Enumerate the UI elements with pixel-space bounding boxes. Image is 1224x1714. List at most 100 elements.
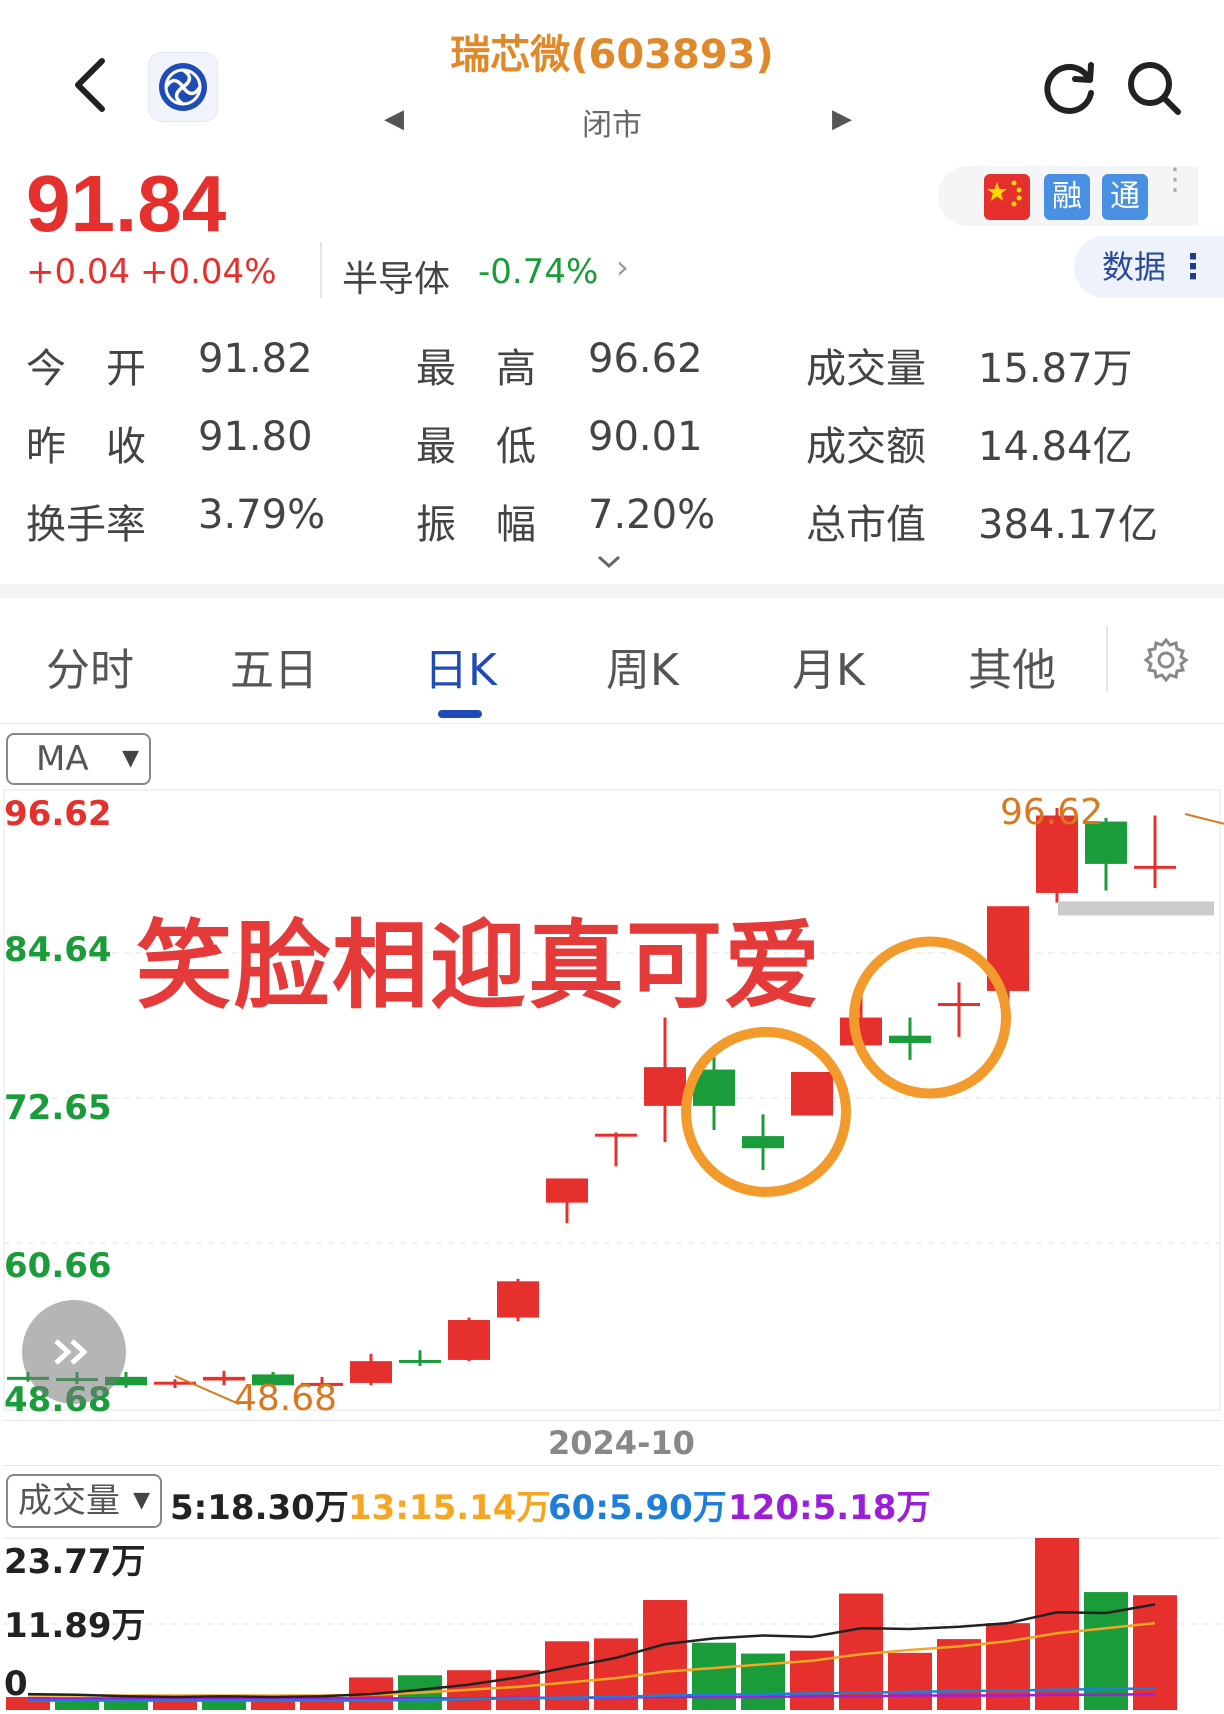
candle-body xyxy=(399,1359,441,1363)
tag-bar: 融 通 ⋮ xyxy=(938,165,1198,226)
candle-body xyxy=(889,1035,931,1043)
stat-label: 总市值 xyxy=(806,502,926,548)
indicator-select-value: MA xyxy=(36,739,89,779)
candle-body xyxy=(546,1178,588,1203)
tab-monthly-k[interactable]: 月K xyxy=(792,634,865,698)
candle-body xyxy=(497,1281,539,1318)
section-divider xyxy=(0,584,1224,598)
volume-ma60: 60:5.90万 xyxy=(548,1488,727,1528)
stat-value: 384.17亿 xyxy=(978,502,1158,548)
connect-tag[interactable]: 通 xyxy=(1102,174,1148,220)
candle-body xyxy=(644,1067,686,1106)
margin-tag[interactable]: 融 xyxy=(1044,174,1090,220)
stat-value: 96.62 xyxy=(588,336,703,382)
china-flag-icon xyxy=(984,174,1030,220)
sector-name: 半导体 xyxy=(342,259,451,300)
volume-bar xyxy=(545,1641,589,1710)
caret-down-icon: ▼ xyxy=(133,1488,150,1513)
volume-bar xyxy=(1035,1538,1079,1710)
volume-bar xyxy=(594,1638,638,1710)
chevron-right-icon: › xyxy=(616,248,629,286)
indicator-select[interactable]: MA ▼ xyxy=(6,733,151,785)
fast-forward-button[interactable] xyxy=(22,1300,126,1404)
current-price: 91.84 xyxy=(26,159,227,248)
price-change: +0.04 xyxy=(26,252,131,292)
volume-ma120: 120:5.18万 xyxy=(728,1488,931,1528)
period-tabs: 分时 五日 日K 周K 月K 其他 xyxy=(0,598,1224,724)
fast-forward-icon xyxy=(54,1339,88,1365)
candle-body xyxy=(938,1003,980,1007)
volume-ma13: 13:15.14万 xyxy=(348,1488,551,1528)
price-band xyxy=(1058,901,1214,916)
search-button[interactable] xyxy=(1122,56,1186,120)
tab-weekly-k[interactable]: 周K xyxy=(606,634,679,698)
stat-value: 90.01 xyxy=(588,414,703,460)
volume-bar xyxy=(937,1639,981,1710)
chart-settings-button[interactable] xyxy=(1136,630,1196,690)
stat-label: 成交额 xyxy=(806,424,926,470)
high-price-marker: 96.62 xyxy=(1000,792,1104,833)
stat-value: 14.84亿 xyxy=(978,424,1133,470)
volume-axis-label: 0 xyxy=(4,1664,28,1704)
low-price-marker: 48.68 xyxy=(234,1378,338,1419)
stat-label: 最 高 xyxy=(416,346,536,392)
x-axis-label: 2024-10 xyxy=(548,1424,695,1462)
tab-daily-k[interactable]: 日K xyxy=(424,634,497,698)
next-stock-button[interactable]: ▶ xyxy=(832,104,852,134)
y-axis-label: 60.66 xyxy=(4,1246,112,1286)
y-axis-label: 84.64 xyxy=(4,930,112,970)
stat-value: 7.20% xyxy=(588,492,716,538)
volume-ma5: 5:18.30万 xyxy=(170,1488,349,1528)
refresh-button[interactable] xyxy=(1038,56,1102,120)
candlestick-svg xyxy=(3,789,1224,1411)
stat-label: 今 开 xyxy=(26,346,146,392)
tab-five-day[interactable]: 五日 xyxy=(230,634,318,698)
volume-ma13-line xyxy=(28,1621,1156,1697)
candle-body xyxy=(1134,865,1176,869)
stat-value: 3.79% xyxy=(198,492,326,538)
volume-indicator-select[interactable]: 成交量 ▼ xyxy=(6,1474,162,1528)
kebab-icon: ⋮ xyxy=(1176,247,1210,287)
divider xyxy=(1106,626,1108,692)
y-axis-label-max: 96.62 xyxy=(4,794,112,834)
high-marker-leader xyxy=(1184,813,1224,825)
stat-label: 成交量 xyxy=(806,346,926,392)
data-button-label: 数据 xyxy=(1102,248,1167,286)
stat-value: 91.82 xyxy=(198,336,313,382)
tab-minute[interactable]: 分时 xyxy=(46,634,134,698)
more-icon[interactable]: ⋮ xyxy=(1160,165,1190,195)
volume-bar xyxy=(692,1642,736,1710)
refresh-icon xyxy=(1044,62,1094,114)
divider xyxy=(320,242,322,298)
y-axis-label: 72.65 xyxy=(4,1088,112,1128)
volume-bar xyxy=(643,1600,687,1710)
stat-label: 昨 收 xyxy=(26,424,146,470)
stat-label: 换手率 xyxy=(26,502,146,548)
triangle-right-icon: ▶ xyxy=(832,104,852,134)
candle-body xyxy=(742,1136,784,1149)
gear-icon xyxy=(1143,637,1189,683)
candle-body xyxy=(448,1320,490,1360)
candle-body xyxy=(595,1133,637,1137)
volume-axis-label: 23.77万 xyxy=(4,1542,146,1582)
volume-bar xyxy=(986,1623,1030,1710)
candlestick-chart[interactable] xyxy=(0,788,1224,1412)
volume-select-value: 成交量 xyxy=(18,1481,120,1521)
sector-change: -0.74% xyxy=(478,252,599,292)
active-tab-indicator xyxy=(438,710,482,718)
data-button[interactable]: 数据 ⋮ xyxy=(1074,236,1224,298)
stat-label: 最 低 xyxy=(416,424,536,470)
volume-bar xyxy=(888,1652,932,1710)
volume-chart[interactable] xyxy=(0,1530,1224,1710)
stat-label: 振 幅 xyxy=(416,502,536,548)
chevron-down-icon xyxy=(597,555,621,569)
tab-other[interactable]: 其他 xyxy=(968,634,1056,698)
stat-value: 15.87万 xyxy=(978,346,1133,392)
volume-axis-label: 11.89万 xyxy=(4,1606,146,1646)
expand-button[interactable] xyxy=(596,554,628,578)
price-change-pct: +0.04% xyxy=(140,252,277,292)
volume-svg xyxy=(4,1537,1220,1710)
candle-body xyxy=(791,1071,833,1116)
annotation-text: 笑脸相迎真可爱 xyxy=(136,910,822,1022)
search-icon xyxy=(1128,62,1181,115)
